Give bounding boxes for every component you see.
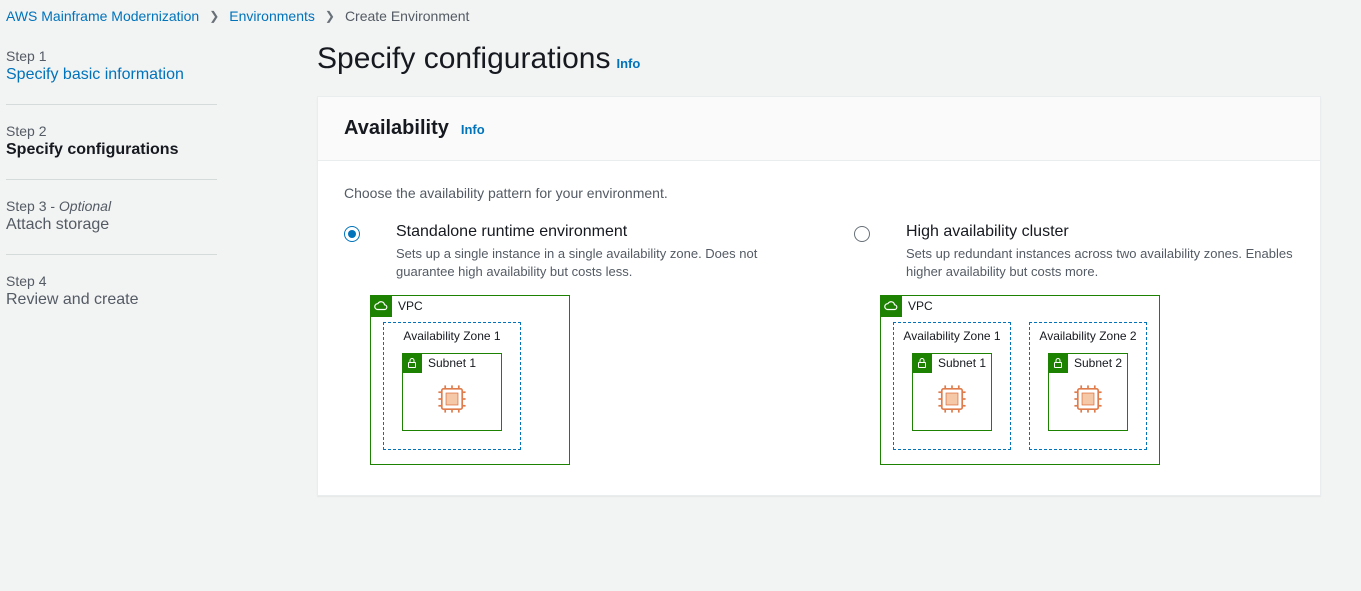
wizard-steps: Step 1 Specify basic information Step 2 … xyxy=(6,30,217,496)
breadcrumb: AWS Mainframe Modernization ❯ Environmen… xyxy=(0,0,1361,30)
subnet-2: Subnet 2 xyxy=(1048,353,1128,431)
option-label: High availability cluster xyxy=(906,223,1294,241)
az-label: Availability Zone 1 xyxy=(894,329,1010,343)
step-num-text: Step 3 - xyxy=(6,198,59,214)
breadcrumb-parent[interactable]: Environments xyxy=(229,8,315,24)
chip-icon xyxy=(435,382,469,416)
cloud-icon xyxy=(880,295,902,317)
step-number: Step 1 xyxy=(6,48,217,64)
page-title: Specify configurations xyxy=(317,42,611,76)
wizard-step-3: Step 3 - Optional Attach storage xyxy=(6,180,217,255)
wizard-step-4: Step 4 Review and create xyxy=(6,255,217,329)
subnet-1: Subnet 1 xyxy=(402,353,502,431)
page-info-link[interactable]: Info xyxy=(617,56,641,71)
option-description: Sets up redundant instances across two a… xyxy=(906,245,1294,281)
breadcrumb-current: Create Environment xyxy=(345,8,470,24)
step-number: Step 2 xyxy=(6,123,217,139)
chip-icon xyxy=(935,382,969,416)
step-title: Attach storage xyxy=(6,216,217,234)
subnet-badge: Subnet 1 xyxy=(402,353,476,373)
lock-icon xyxy=(402,353,422,373)
availability-zone-1: Availability Zone 1 Subnet 1 xyxy=(383,322,521,450)
option-label: Standalone runtime environment xyxy=(396,223,784,241)
chevron-right-icon: ❯ xyxy=(325,9,335,23)
lock-icon xyxy=(1048,353,1068,373)
diagram-standalone: VPC Availability Zone 1 Subnet 1 xyxy=(370,295,570,465)
panel-title: Availability xyxy=(344,117,449,140)
vpc-label: VPC xyxy=(908,299,933,313)
step-title: Review and create xyxy=(6,291,217,309)
radio-high-availability[interactable] xyxy=(854,226,870,242)
subnet-label: Subnet 2 xyxy=(1074,356,1122,370)
option-standalone: Standalone runtime environment Sets up a… xyxy=(344,223,784,465)
availability-zone-2: Availability Zone 2 Subnet 2 xyxy=(1029,322,1147,450)
main-content: Specify configurations Info Availability… xyxy=(227,30,1361,496)
subnet-label: Subnet 1 xyxy=(938,356,986,370)
az-label: Availability Zone 1 xyxy=(384,329,520,343)
step-optional: Optional xyxy=(59,198,111,214)
breadcrumb-root[interactable]: AWS Mainframe Modernization xyxy=(6,8,199,24)
panel-description: Choose the availability pattern for your… xyxy=(344,185,1294,201)
panel-info-link[interactable]: Info xyxy=(461,122,485,137)
availability-panel: Availability Info Choose the availabilit… xyxy=(317,96,1321,496)
vpc-badge: VPC xyxy=(370,295,423,317)
vpc-badge: VPC xyxy=(880,295,933,317)
vpc-label: VPC xyxy=(398,299,423,313)
subnet-badge: Subnet 2 xyxy=(1048,353,1122,373)
option-high-availability: High availability cluster Sets up redund… xyxy=(854,223,1294,465)
subnet-label: Subnet 1 xyxy=(428,356,476,370)
step-number: Step 3 - Optional xyxy=(6,198,217,214)
subnet-badge: Subnet 1 xyxy=(912,353,986,373)
wizard-step-1[interactable]: Step 1 Specify basic information xyxy=(6,48,217,105)
panel-header: Availability Info xyxy=(318,97,1320,161)
radio-standalone[interactable] xyxy=(344,226,360,242)
step-number: Step 4 xyxy=(6,273,217,289)
az-label: Availability Zone 2 xyxy=(1030,329,1146,343)
step-title: Specify configurations xyxy=(6,141,217,159)
wizard-step-2: Step 2 Specify configurations xyxy=(6,105,217,180)
option-description: Sets up a single instance in a single av… xyxy=(396,245,784,281)
chip-icon xyxy=(1071,382,1105,416)
availability-zone-1: Availability Zone 1 Subnet 1 xyxy=(893,322,1011,450)
cloud-icon xyxy=(370,295,392,317)
subnet-1: Subnet 1 xyxy=(912,353,992,431)
chevron-right-icon: ❯ xyxy=(209,9,219,23)
diagram-high-availability: VPC Availability Zone 1 Subnet 1 xyxy=(880,295,1160,465)
step-title[interactable]: Specify basic information xyxy=(6,66,217,84)
lock-icon xyxy=(912,353,932,373)
